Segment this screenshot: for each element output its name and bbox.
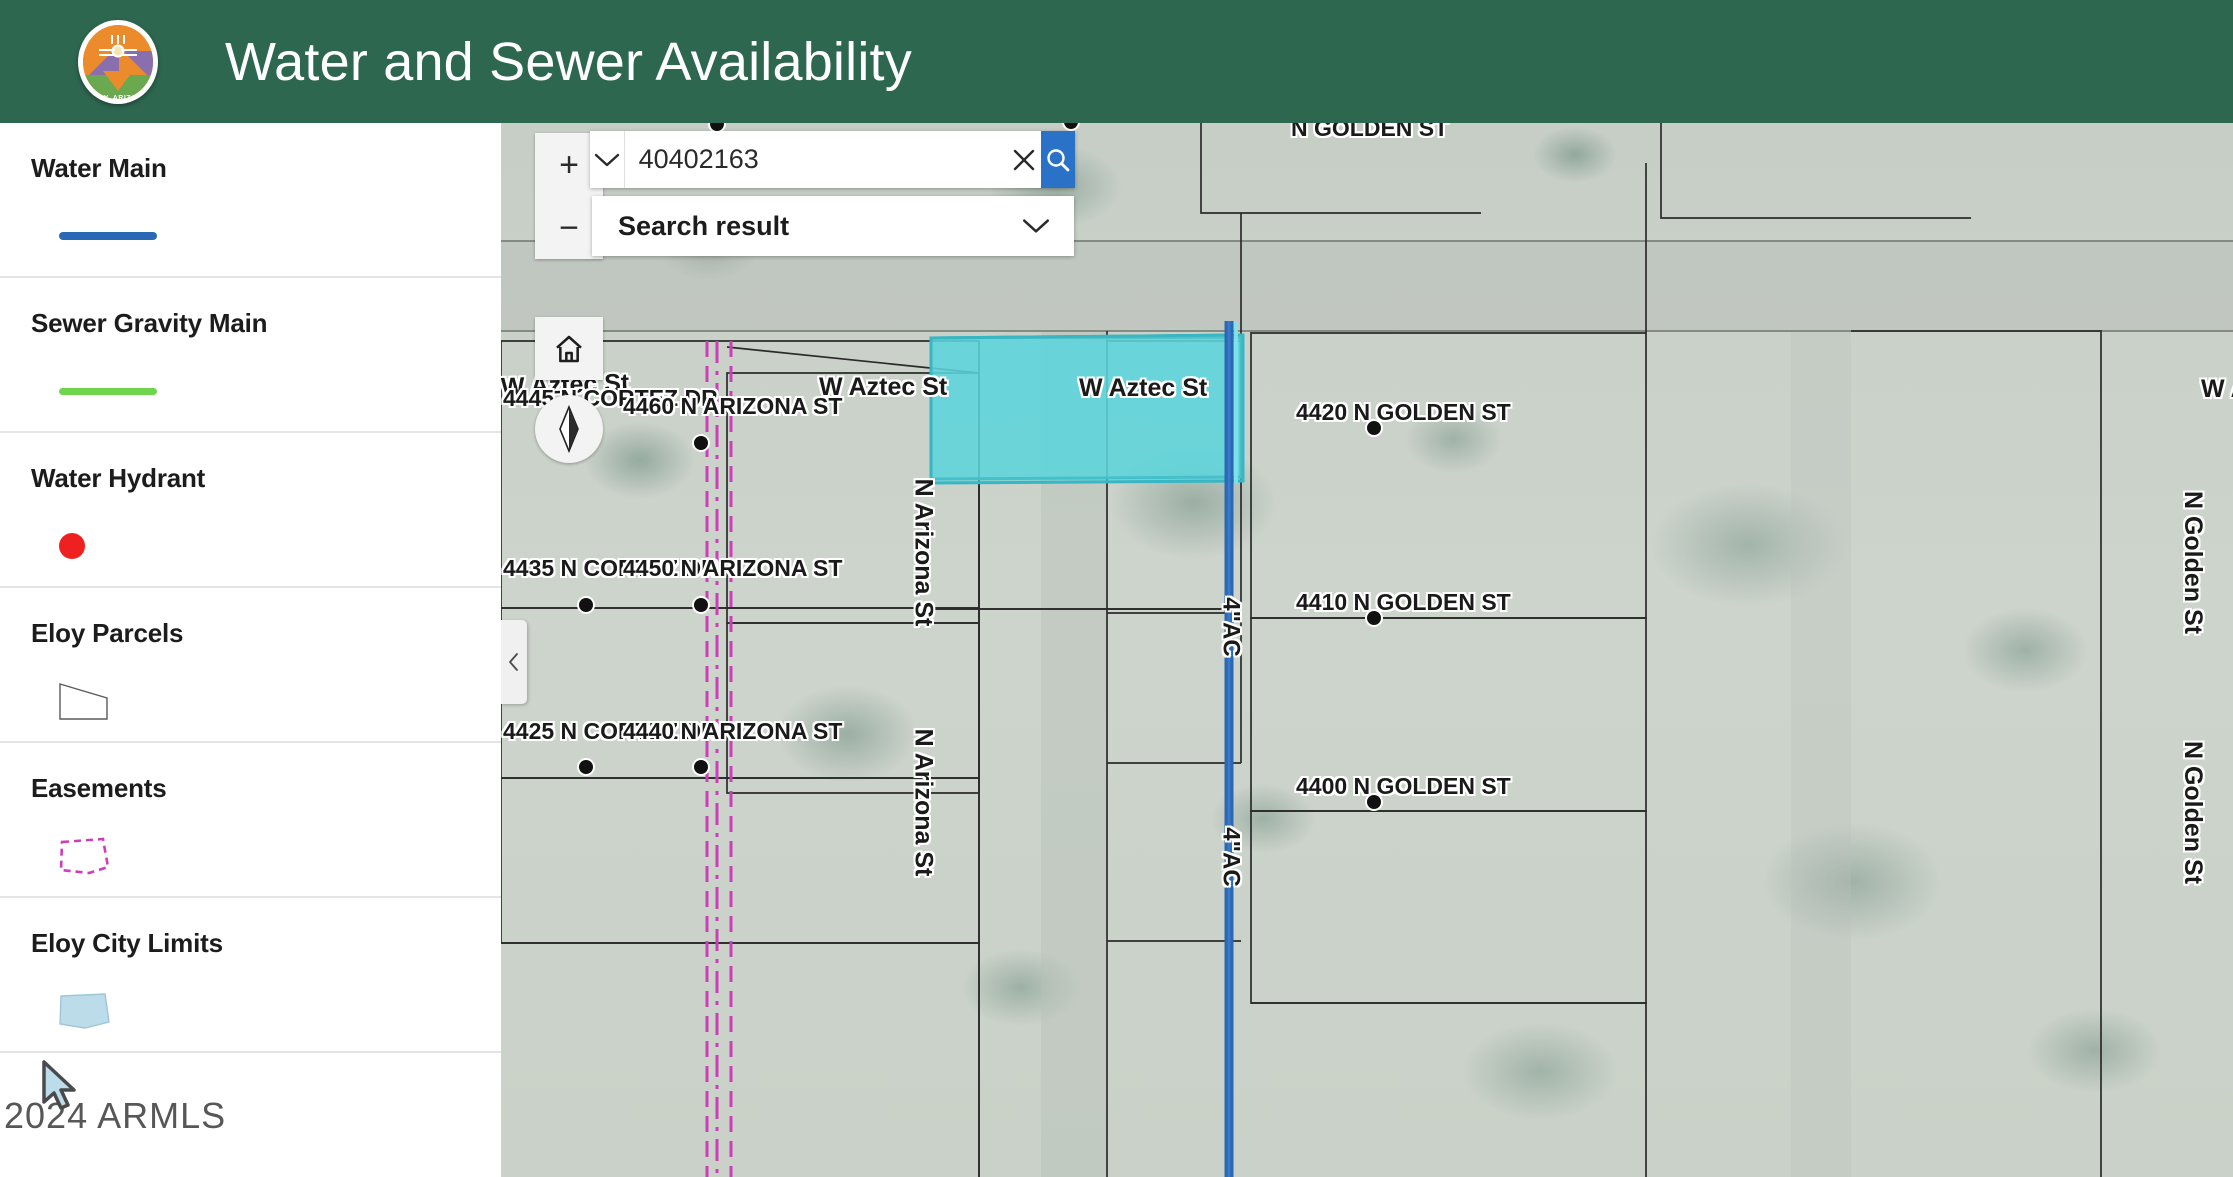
home-icon bbox=[552, 333, 586, 365]
legend-label: Water Hydrant bbox=[31, 463, 501, 494]
parcel-point bbox=[694, 598, 708, 612]
chevron-left-icon bbox=[508, 652, 520, 672]
water-hydrant-swatch bbox=[59, 522, 501, 570]
sewer-gravity-main-swatch bbox=[59, 367, 501, 415]
search-input[interactable] bbox=[625, 131, 1007, 188]
eloy-parcels-swatch bbox=[59, 677, 501, 725]
close-icon bbox=[1010, 146, 1038, 174]
home-button[interactable] bbox=[535, 317, 603, 380]
water-main-swatch bbox=[59, 212, 501, 260]
app-header: ELOY, ARIZONA Water and Sewer Availabili… bbox=[0, 0, 2233, 123]
map-application: ELOY, ARIZONA Water and Sewer Availabili… bbox=[0, 0, 2233, 1177]
compass-north-icon bbox=[556, 405, 582, 453]
search-result-label: Search result bbox=[618, 211, 789, 242]
legend-item-easements[interactable]: Easements bbox=[0, 743, 501, 898]
search-icon bbox=[1044, 146, 1072, 174]
legend-label: Easements bbox=[31, 773, 501, 804]
legend-item-eloy-city-limits[interactable]: Eloy City Limits bbox=[0, 898, 501, 1053]
legend-item-water-hydrant[interactable]: Water Hydrant bbox=[0, 433, 501, 588]
parcel-point bbox=[579, 598, 593, 612]
eloy-city-limits-swatch bbox=[59, 987, 501, 1035]
parcel-point bbox=[1367, 795, 1381, 809]
legend-item-eloy-parcels[interactable]: Eloy Parcels bbox=[0, 588, 501, 743]
parcel-point bbox=[694, 436, 708, 450]
legend-label: Water Main bbox=[31, 153, 501, 184]
search-result-panel[interactable]: Search result bbox=[592, 196, 1074, 256]
legend-label: Eloy Parcels bbox=[31, 618, 501, 649]
legend-item-sewer-gravity-main[interactable]: Sewer Gravity Main bbox=[0, 278, 501, 433]
chevron-down-icon bbox=[592, 151, 622, 169]
map-vector-overlay bbox=[501, 123, 2233, 1177]
page-title: Water and Sewer Availability bbox=[225, 35, 912, 89]
parcel-point bbox=[579, 760, 593, 774]
city-seal-logo: ELOY, ARIZONA bbox=[78, 20, 158, 104]
search-widget: Search result bbox=[590, 131, 1075, 256]
search-category-dropdown[interactable] bbox=[590, 131, 625, 188]
legend-item-water-main[interactable]: Water Main bbox=[0, 123, 501, 278]
clear-search-button[interactable] bbox=[1007, 131, 1041, 188]
legend-label: Eloy City Limits bbox=[31, 928, 501, 959]
chevron-down-icon bbox=[1020, 216, 1052, 236]
sidebar-collapse-handle[interactable] bbox=[501, 620, 527, 704]
parcel-point bbox=[694, 760, 708, 774]
compass-button[interactable] bbox=[535, 395, 603, 463]
parcel-point bbox=[1367, 611, 1381, 625]
search-submit-button[interactable] bbox=[1041, 131, 1075, 188]
easements-swatch bbox=[59, 832, 501, 880]
legend-label: Sewer Gravity Main bbox=[31, 308, 501, 339]
parcel-point bbox=[1367, 421, 1381, 435]
map-canvas[interactable]: W Aztec St W Aztec St W Aztec St W A N A… bbox=[501, 123, 2233, 1177]
city-seal-text: ELOY, ARIZONA bbox=[78, 95, 158, 102]
search-bar bbox=[590, 131, 1075, 188]
legend-sidebar: Water Main Sewer Gravity Main Water Hydr… bbox=[0, 123, 501, 1177]
